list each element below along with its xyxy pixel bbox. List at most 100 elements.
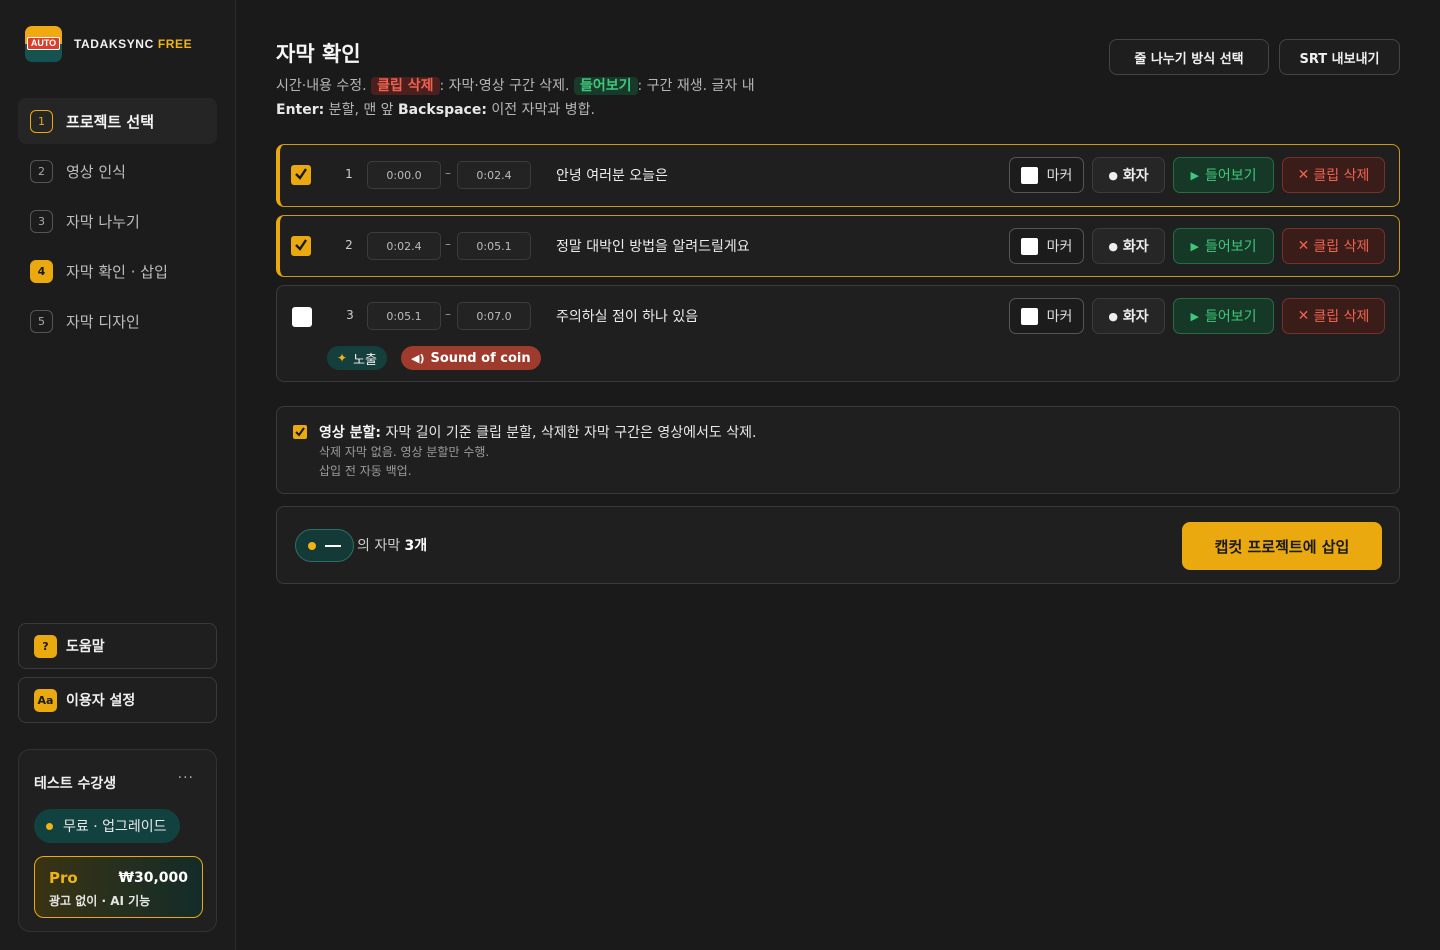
sound-effect-chip[interactable]: ◀) Sound of coin bbox=[401, 346, 541, 370]
user-settings-button[interactable]: Aa 이용자 설정 bbox=[18, 677, 217, 723]
video-split-note: 삭제 자막 없음. 영상 분할만 수행. bbox=[319, 445, 490, 459]
delete-clip-button[interactable]: ✕ 클립 삭제 bbox=[1282, 228, 1385, 264]
insert-panel: 의 자막 3개 캡컷 프로젝트에 삽입 bbox=[276, 506, 1400, 584]
status-dot-icon bbox=[46, 822, 53, 830]
backup-note: 삽입 전 자동 백업. bbox=[319, 464, 412, 478]
marker-checkbox-icon bbox=[1020, 166, 1038, 184]
step-label: 자막 나누기 bbox=[66, 212, 140, 231]
step-number: 4 bbox=[30, 259, 53, 283]
subtitle-row: 1 0:00.0 – 0:02.4 안녕 여러분 오늘은 마커 ● 화자 ▶ 들어보… bbox=[276, 144, 1400, 207]
step-item-subtitle-review[interactable]: 4 자막 확인 · 삽입 bbox=[18, 248, 217, 294]
pro-price: ₩30,000 bbox=[118, 870, 188, 886]
step-label: 자막 확인 · 삽입 bbox=[66, 262, 168, 281]
time-separator: – bbox=[445, 307, 451, 321]
backspace-key-label: Backspace: bbox=[398, 102, 487, 118]
close-icon: ✕ bbox=[1297, 308, 1310, 324]
row-checkbox[interactable] bbox=[292, 307, 312, 327]
subtitle-row: 2 0:02.4 – 0:05.1 정말 대박인 방법을 알려드릴게요 마커 ●… bbox=[276, 215, 1400, 277]
step-nav: 1 프로젝트 선택 2 영상 인식 3 자막 나누기 4 자막 확인 · 삽입 … bbox=[18, 98, 217, 348]
speaker-sound-icon: ◀) bbox=[411, 351, 425, 365]
start-time-input[interactable]: 0:02.4 bbox=[367, 232, 441, 260]
user-card: 테스트 수강생 ··· 무료 · 업그레이드 Pro ₩30,000 광고 없이… bbox=[18, 749, 217, 932]
exposure-chip[interactable]: ✦ 노출 bbox=[327, 346, 387, 370]
step-label: 영상 인식 bbox=[66, 162, 126, 181]
sparkle-icon: ✦ bbox=[337, 351, 348, 365]
listen-button[interactable]: ▶ 들어보기 bbox=[1173, 157, 1274, 193]
sidebar: AUTO TADAKSYNC FREE 1 프로젝트 선택 2 영상 인식 3 자… bbox=[0, 0, 236, 950]
marker-checkbox-icon bbox=[1020, 237, 1038, 255]
step-number: 2 bbox=[30, 159, 53, 183]
close-icon: ✕ bbox=[1297, 167, 1310, 183]
start-time-input[interactable]: 0:00.0 bbox=[367, 161, 441, 189]
brand-tier: FREE bbox=[157, 37, 193, 51]
pro-name: Pro bbox=[49, 869, 78, 887]
insert-to-capcut-button[interactable]: 캡컷 프로젝트에 삽입 bbox=[1182, 522, 1382, 570]
more-options-icon[interactable]: ··· bbox=[178, 770, 194, 786]
marker-checkbox-icon bbox=[1020, 307, 1038, 325]
logo: AUTO bbox=[25, 26, 62, 62]
step-item-project-select[interactable]: 1 프로젝트 선택 bbox=[18, 98, 217, 144]
subtitle-text[interactable]: 주의하실 점이 하나 있음 bbox=[556, 306, 698, 326]
pro-upgrade-card[interactable]: Pro ₩30,000 광고 없이 · AI 기능 bbox=[34, 856, 203, 918]
marker-button[interactable]: 마커 bbox=[1009, 228, 1084, 264]
speaker-button[interactable]: ● 화자 bbox=[1092, 157, 1165, 193]
listen-button[interactable]: ▶ 들어보기 bbox=[1173, 298, 1274, 334]
step-item-video-recognition[interactable]: 2 영상 인식 bbox=[18, 148, 217, 194]
delete-clip-button[interactable]: ✕ 클립 삭제 bbox=[1282, 298, 1385, 334]
brand[interactable]: AUTO TADAKSYNC FREE bbox=[25, 26, 192, 62]
video-split-checkbox[interactable] bbox=[293, 425, 307, 439]
video-split-title: 영상 분할: 자막 길이 기준 클립 분할, 삭제한 자막 구간은 영상에서도 … bbox=[319, 425, 757, 441]
help-label: 도움말 bbox=[66, 639, 105, 655]
speaker-button[interactable]: ● 화자 bbox=[1092, 298, 1165, 334]
step-number: 5 bbox=[30, 309, 53, 333]
play-icon: ▶ bbox=[1190, 309, 1199, 323]
user-name: 테스트 수강생 bbox=[34, 776, 117, 792]
target-selector-pill[interactable] bbox=[295, 529, 354, 562]
plan-upgrade-pill[interactable]: 무료 · 업그레이드 bbox=[34, 809, 180, 843]
srt-export-button[interactable]: SRT 내보내기 bbox=[1279, 39, 1400, 75]
page-title: 자막 확인 bbox=[276, 42, 361, 66]
help-icon: ? bbox=[34, 634, 57, 658]
time-separator: – bbox=[445, 237, 451, 251]
row-number: 2 bbox=[345, 238, 353, 252]
start-time-input[interactable]: 0:05.1 bbox=[367, 302, 441, 330]
step-label: 자막 디자인 bbox=[66, 312, 140, 331]
step-item-subtitle-design[interactable]: 5 자막 디자인 bbox=[18, 298, 217, 344]
speaker-button[interactable]: ● 화자 bbox=[1092, 228, 1165, 264]
subtitle-text[interactable]: 안녕 여러분 오늘은 bbox=[556, 165, 668, 185]
play-icon: ▶ bbox=[1190, 239, 1199, 253]
listen-tag: 들어보기 bbox=[573, 77, 638, 95]
step-number: 3 bbox=[30, 209, 53, 233]
subtitle-count: 의 자막 3개 bbox=[357, 538, 428, 554]
help-button[interactable]: ? 도움말 bbox=[18, 623, 217, 669]
end-time-input[interactable]: 0:05.1 bbox=[457, 232, 531, 260]
row-number: 1 bbox=[345, 167, 353, 181]
step-number: 1 bbox=[30, 109, 53, 133]
settings-label: 이용자 설정 bbox=[66, 693, 136, 709]
subtitle-text[interactable]: 정말 대박인 방법을 알려드릴게요 bbox=[556, 236, 750, 256]
main-content: 자막 확인 시간·내용 수정. 클립 삭제: 자막·영상 구간 삭제. 들어보기… bbox=[236, 0, 1440, 950]
brand-name: TADAKSYNC FREE bbox=[74, 37, 193, 51]
delete-tag: 클립 삭제 bbox=[371, 77, 440, 95]
speaker-icon: ● bbox=[1108, 168, 1118, 182]
line-break-mode-button[interactable]: 줄 나누기 방식 선택 bbox=[1109, 39, 1269, 75]
delete-clip-button[interactable]: ✕ 클립 삭제 bbox=[1282, 157, 1385, 193]
check-icon bbox=[295, 168, 307, 180]
marker-button[interactable]: 마커 bbox=[1009, 157, 1084, 193]
row-checkbox[interactable] bbox=[291, 236, 311, 256]
close-icon: ✕ bbox=[1297, 238, 1310, 254]
video-split-option: 영상 분할: 자막 길이 기준 클립 분할, 삭제한 자막 구간은 영상에서도 … bbox=[276, 406, 1400, 494]
listen-button[interactable]: ▶ 들어보기 bbox=[1173, 228, 1274, 264]
status-dot-icon bbox=[308, 541, 316, 550]
play-icon: ▶ bbox=[1190, 168, 1199, 182]
speaker-icon: ● bbox=[1108, 309, 1118, 323]
row-number: 3 bbox=[346, 308, 354, 322]
row-checkbox[interactable] bbox=[291, 165, 311, 185]
logo-text: AUTO bbox=[27, 37, 60, 50]
end-time-input[interactable]: 0:07.0 bbox=[457, 302, 531, 330]
check-icon bbox=[295, 427, 305, 437]
marker-button[interactable]: 마커 bbox=[1009, 298, 1084, 334]
speaker-icon: ● bbox=[1108, 239, 1118, 253]
step-item-subtitle-split[interactable]: 3 자막 나누기 bbox=[18, 198, 217, 244]
end-time-input[interactable]: 0:02.4 bbox=[457, 161, 531, 189]
